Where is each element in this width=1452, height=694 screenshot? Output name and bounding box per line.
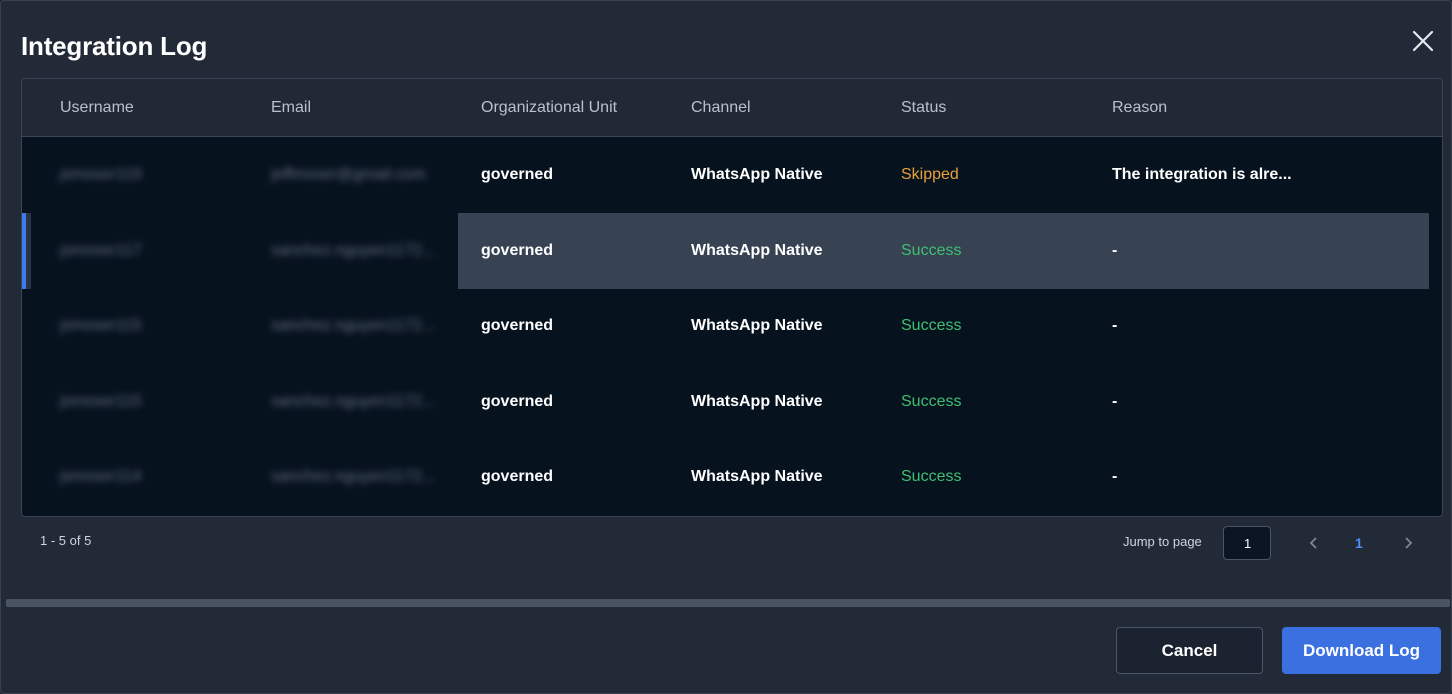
cell-email: sanchez.nguyen1172... xyxy=(271,468,436,486)
cell-organizational-unit: governed xyxy=(481,392,554,410)
cell-status: Success xyxy=(901,241,962,259)
column-header-organizational-unit[interactable]: Organizational Unit xyxy=(481,79,617,136)
previous-page-button[interactable] xyxy=(1302,531,1326,555)
jump-to-page-label: Jump to page xyxy=(1123,534,1202,549)
modal-title: Integration Log xyxy=(21,31,208,61)
column-header-email[interactable]: Email xyxy=(271,79,311,136)
cell-channel: WhatsApp Native xyxy=(691,392,823,410)
close-icon xyxy=(1412,30,1434,52)
column-header-reason[interactable]: Reason xyxy=(1112,79,1167,136)
cell-status: Skipped xyxy=(901,166,959,183)
cancel-button[interactable]: Cancel xyxy=(1116,627,1263,674)
cell-username: jsmoser115 xyxy=(60,317,142,335)
cell-channel: WhatsApp Native xyxy=(691,468,823,486)
cell-channel: WhatsApp Native xyxy=(691,166,823,183)
row-selection-indicator xyxy=(26,212,31,289)
next-page-button[interactable] xyxy=(1396,531,1420,555)
table-row[interactable]: jsmoser114 sanchez.nguyen1172... governed W… xyxy=(22,439,1442,515)
cell-organizational-unit: governed xyxy=(481,166,554,183)
column-header-status[interactable]: Status xyxy=(901,79,946,136)
horizontal-scrollbar[interactable] xyxy=(6,599,1450,607)
integration-log-modal: Integration Log Username Email Organizat… xyxy=(0,0,1452,694)
cell-email: sanchez.nguyen1172... xyxy=(271,241,436,259)
cell-channel: WhatsApp Native xyxy=(691,317,823,335)
cell-reason: - xyxy=(1112,392,1118,410)
cell-channel: WhatsApp Native xyxy=(691,241,823,259)
cell-status: Success xyxy=(901,317,962,335)
column-header-channel[interactable]: Channel xyxy=(691,79,751,136)
jump-to-page-input[interactable] xyxy=(1223,526,1271,560)
cell-reason: - xyxy=(1112,317,1118,335)
table-header: Username Email Organizational Unit Chann… xyxy=(22,79,1442,137)
close-button[interactable] xyxy=(1407,25,1439,57)
cell-email: jeffmoser@gmail.com xyxy=(271,166,426,183)
chevron-right-icon xyxy=(1405,537,1413,549)
cell-status: Success xyxy=(901,468,962,486)
cell-username: jsmoser114 xyxy=(60,468,142,486)
cell-username: jsmoser119 xyxy=(60,166,142,183)
cell-organizational-unit: governed xyxy=(481,468,554,486)
cell-username: jsmoser117 xyxy=(60,241,142,259)
cell-reason: - xyxy=(1112,241,1118,259)
table-row[interactable]: jsmoser119 jeffmoser@gmail.com governed Wha… xyxy=(22,137,1442,213)
table-row[interactable]: jsmoser115 sanchez.nguyen1172... governed W… xyxy=(22,364,1442,440)
chevron-left-icon xyxy=(1309,537,1317,549)
cell-email: sanchez.nguyen1172... xyxy=(271,317,436,335)
cell-organizational-unit: governed xyxy=(481,241,554,259)
cell-reason: - xyxy=(1112,468,1118,486)
download-log-button[interactable]: Download Log xyxy=(1282,627,1441,674)
cell-organizational-unit: governed xyxy=(481,317,554,335)
table-row[interactable]: jsmoser115 sanchez.nguyen1172... governed W… xyxy=(22,288,1442,364)
table-row[interactable]: jsmoser117 sanchez.nguyen1172... governed W… xyxy=(22,212,1442,289)
pagination-range: 1 - 5 of 5 xyxy=(40,533,92,548)
cell-username: jsmoser115 xyxy=(60,392,142,410)
cell-status: Success xyxy=(901,392,962,410)
page-number-current[interactable]: 1 xyxy=(1355,535,1363,551)
integration-log-table: Username Email Organizational Unit Chann… xyxy=(21,78,1443,517)
column-header-username[interactable]: Username xyxy=(60,79,134,136)
cell-email: sanchez.nguyen1172... xyxy=(271,392,436,410)
cell-reason: The integration is alre... xyxy=(1112,166,1292,183)
